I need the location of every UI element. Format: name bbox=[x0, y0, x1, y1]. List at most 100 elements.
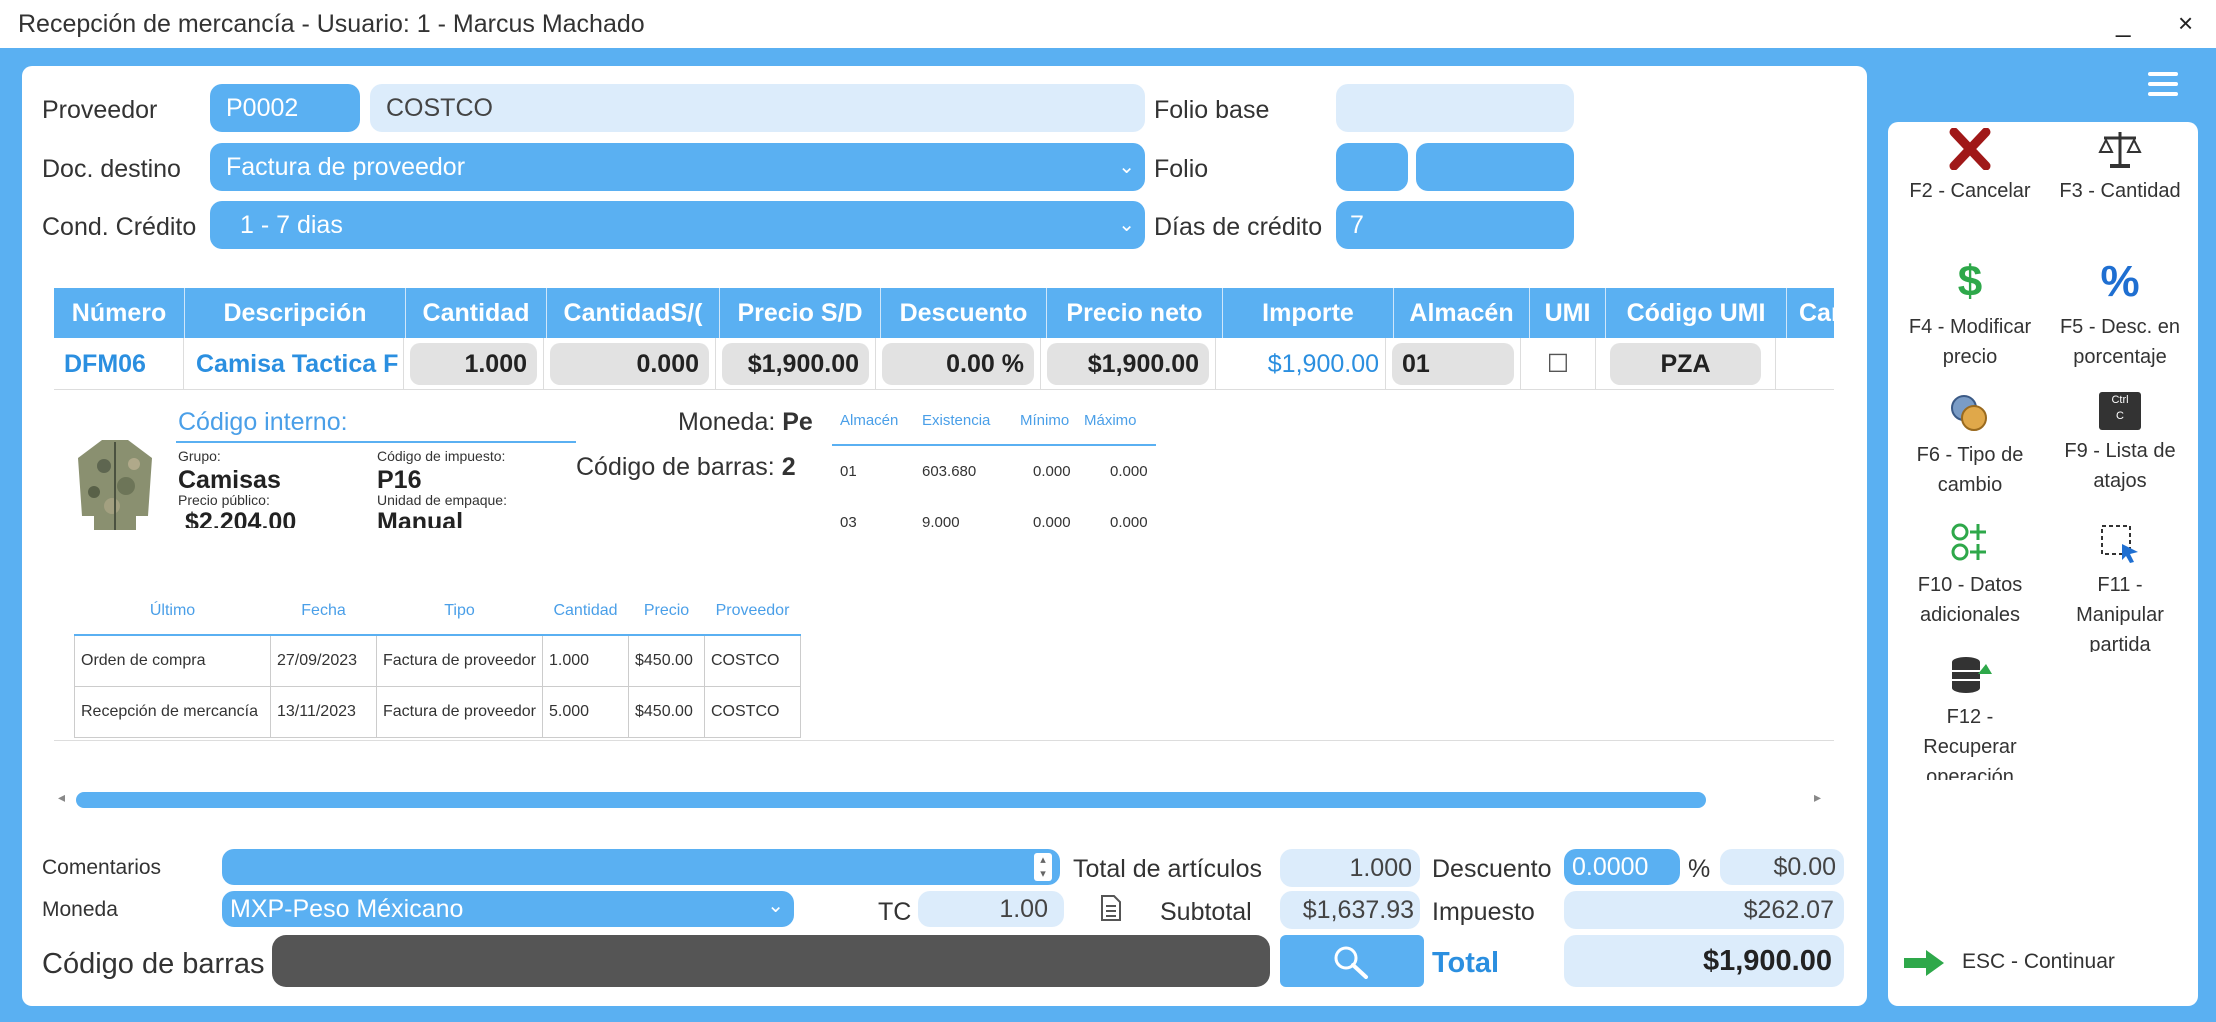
unidad-empaque-label: Unidad de empaque: bbox=[377, 492, 507, 508]
scale-icon bbox=[2098, 132, 2142, 168]
window-title: Recepción de mercancía - Usuario: 1 - Ma… bbox=[18, 10, 645, 38]
folio-number-field[interactable] bbox=[1416, 143, 1574, 191]
col-descripcion[interactable]: Descripción bbox=[185, 288, 406, 338]
cond-credito-select[interactable]: 1 - 7 dias ⌄ bbox=[210, 201, 1145, 249]
moneda-select[interactable]: MXP-Peso Méxicano ⌄ bbox=[222, 891, 794, 927]
percent-label: % bbox=[1688, 855, 1711, 883]
col-descuento[interactable]: Descuento bbox=[881, 288, 1047, 338]
cell-precio-neto[interactable]: $1,900.00 bbox=[1047, 343, 1209, 385]
divider bbox=[176, 441, 576, 443]
cell-cantidad-s[interactable]: 0.000 bbox=[550, 343, 709, 385]
f5-percent-discount-button[interactable]: % F5 - Desc. en porcentaje bbox=[2050, 258, 2190, 372]
history-cell: Recepción de mercancía bbox=[74, 686, 271, 738]
f11-manipulate-item-button[interactable]: F11 - Manipular partida bbox=[2050, 522, 2190, 652]
cell-almacen[interactable]: 01 bbox=[1392, 343, 1514, 385]
tc-field[interactable]: 1.00 bbox=[918, 891, 1064, 927]
horizontal-scrollbar[interactable] bbox=[76, 792, 1706, 808]
cell-codigo-umi[interactable]: PZA bbox=[1610, 343, 1761, 385]
tc-label: TC bbox=[878, 898, 912, 926]
proveedor-name-field[interactable]: COSTCO bbox=[370, 84, 1145, 132]
total-articulos-label: Total de artículos bbox=[1073, 855, 1262, 883]
cell-cantidad[interactable]: 1.000 bbox=[410, 343, 537, 385]
stock-cell: 0.000 bbox=[1033, 514, 1071, 531]
cell-precio-sd[interactable]: $1,900.00 bbox=[722, 343, 869, 385]
f2-cancel-button[interactable]: F2 - Cancelar bbox=[1896, 128, 2044, 206]
proveedor-code-field[interactable]: P0002 bbox=[210, 84, 360, 132]
col-cantidad-s[interactable]: CantidadS/( bbox=[547, 288, 720, 338]
codigo-barras-input[interactable] bbox=[272, 935, 1270, 987]
history-header: Tipo bbox=[376, 588, 543, 636]
cell-umi-checkbox[interactable]: ☐ bbox=[1521, 338, 1596, 389]
history-table: Último Fecha Tipo Cantidad Precio Provee… bbox=[74, 588, 801, 738]
stock-cell: 0.000 bbox=[1110, 463, 1148, 480]
scroll-left-icon[interactable]: ◂ bbox=[58, 789, 65, 806]
f6-exchange-rate-button[interactable]: F6 - Tipo de cambio bbox=[1896, 392, 2044, 500]
search-button[interactable] bbox=[1280, 935, 1424, 987]
chevron-down-icon: ⌄ bbox=[767, 895, 784, 917]
dias-credito-label: Días de crédito bbox=[1154, 213, 1323, 241]
folio-label: Folio bbox=[1154, 155, 1209, 183]
f4-label-line1: F4 - Modificar bbox=[1908, 316, 2032, 338]
col-precio-neto[interactable]: Precio neto bbox=[1047, 288, 1223, 338]
f9-shortcuts-button[interactable]: Ctrl C F9 - Lista de atajos bbox=[2050, 392, 2190, 496]
hamburger-menu-icon[interactable] bbox=[2148, 72, 2178, 98]
cell-cantidad-umi[interactable] bbox=[1776, 338, 1834, 389]
history-header: Proveedor bbox=[704, 588, 801, 636]
descuento-field[interactable]: 0.0000 bbox=[1564, 849, 1680, 885]
cell-descuento[interactable]: 0.00 % bbox=[882, 343, 1034, 385]
arrow-right-icon bbox=[1904, 950, 1944, 976]
cond-credito-label: Cond. Crédito bbox=[42, 213, 197, 241]
f3-quantity-button[interactable]: F3 - Cantidad bbox=[2050, 128, 2190, 206]
stock-cell: 01 bbox=[840, 463, 857, 480]
history-cell: $450.00 bbox=[628, 686, 705, 738]
proveedor-label: Proveedor bbox=[42, 96, 158, 124]
minimize-button[interactable]: _ bbox=[2116, 8, 2130, 39]
col-numero[interactable]: Número bbox=[54, 288, 185, 338]
dias-credito-field[interactable]: 7 bbox=[1336, 201, 1574, 249]
document-icon[interactable] bbox=[1100, 894, 1122, 927]
col-importe[interactable]: Importe bbox=[1223, 288, 1394, 338]
col-cantidad[interactable]: Cantidad bbox=[406, 288, 547, 338]
comentarios-field[interactable]: ▴ ▾ bbox=[222, 849, 1060, 885]
f5-label-line1: F5 - Desc. en bbox=[2059, 316, 2181, 338]
cell-descripcion[interactable]: Camisa Tactica F bbox=[184, 338, 404, 389]
col-almacen[interactable]: Almacén bbox=[1394, 288, 1530, 338]
f11-label-line1: F11 - bbox=[2097, 574, 2143, 596]
table-row: Recepción de mercancía 13/11/2023 Factur… bbox=[74, 686, 801, 738]
close-button[interactable]: × bbox=[2178, 8, 2193, 39]
close-icon bbox=[1949, 128, 1991, 170]
table-row[interactable]: DFM06 Camisa Tactica F 1.000 0.000 $1,90… bbox=[54, 338, 1834, 390]
esc-continue-button[interactable]: ESC - Continuar bbox=[1900, 946, 2190, 980]
f10-additional-data-button[interactable]: F10 - Datos adicionales bbox=[1896, 522, 2044, 630]
search-icon bbox=[1334, 946, 1368, 979]
descuento-amount: $0.00 bbox=[1720, 849, 1844, 885]
col-umi[interactable]: UMI bbox=[1530, 288, 1606, 338]
history-cell: COSTCO bbox=[704, 686, 801, 738]
codigo-interno-label: Código interno: bbox=[178, 408, 348, 436]
codigo-barras-label: Código de barras bbox=[42, 948, 265, 980]
f3-label: F3 - Cantidad bbox=[2059, 180, 2181, 202]
history-cell: Factura de proveedor bbox=[376, 634, 543, 687]
f6-label-line1: F6 - Tipo de bbox=[1916, 444, 2024, 466]
scroll-right-icon[interactable]: ▸ bbox=[1814, 789, 1821, 806]
folio-serie-field[interactable] bbox=[1336, 143, 1408, 191]
cell-importe: $1,900.00 bbox=[1216, 338, 1386, 389]
spinner-icon[interactable]: ▴ ▾ bbox=[1034, 853, 1052, 881]
f12-recover-operation-button[interactable]: F12 - Recuperar operación bbox=[1896, 654, 2044, 780]
col-codigo-umi[interactable]: Código UMI bbox=[1606, 288, 1787, 338]
descuento-label: Descuento bbox=[1432, 855, 1552, 883]
esc-label: ESC - Continuar bbox=[1962, 950, 2115, 973]
folio-base-label: Folio base bbox=[1154, 96, 1270, 124]
col-cantidad-umi[interactable]: Cantic bbox=[1787, 288, 1834, 338]
col-precio-sd[interactable]: Precio S/D bbox=[720, 288, 881, 338]
doc-destino-select[interactable]: Factura de proveedor ⌄ bbox=[210, 143, 1145, 191]
f11-label-line2: Manipular bbox=[2076, 604, 2164, 626]
history-cell: 27/09/2023 bbox=[270, 634, 377, 687]
f4-modify-price-button[interactable]: $ F4 - Modificar precio bbox=[1896, 258, 2044, 372]
folio-base-field[interactable] bbox=[1336, 84, 1574, 132]
comentarios-label: Comentarios bbox=[42, 856, 162, 879]
selection-cursor-icon bbox=[2101, 525, 2138, 563]
f9-label-line2: atajos bbox=[2093, 470, 2147, 492]
cell-numero[interactable]: DFM06 bbox=[54, 338, 184, 389]
moneda-detail: Moneda: Pe bbox=[678, 408, 818, 437]
